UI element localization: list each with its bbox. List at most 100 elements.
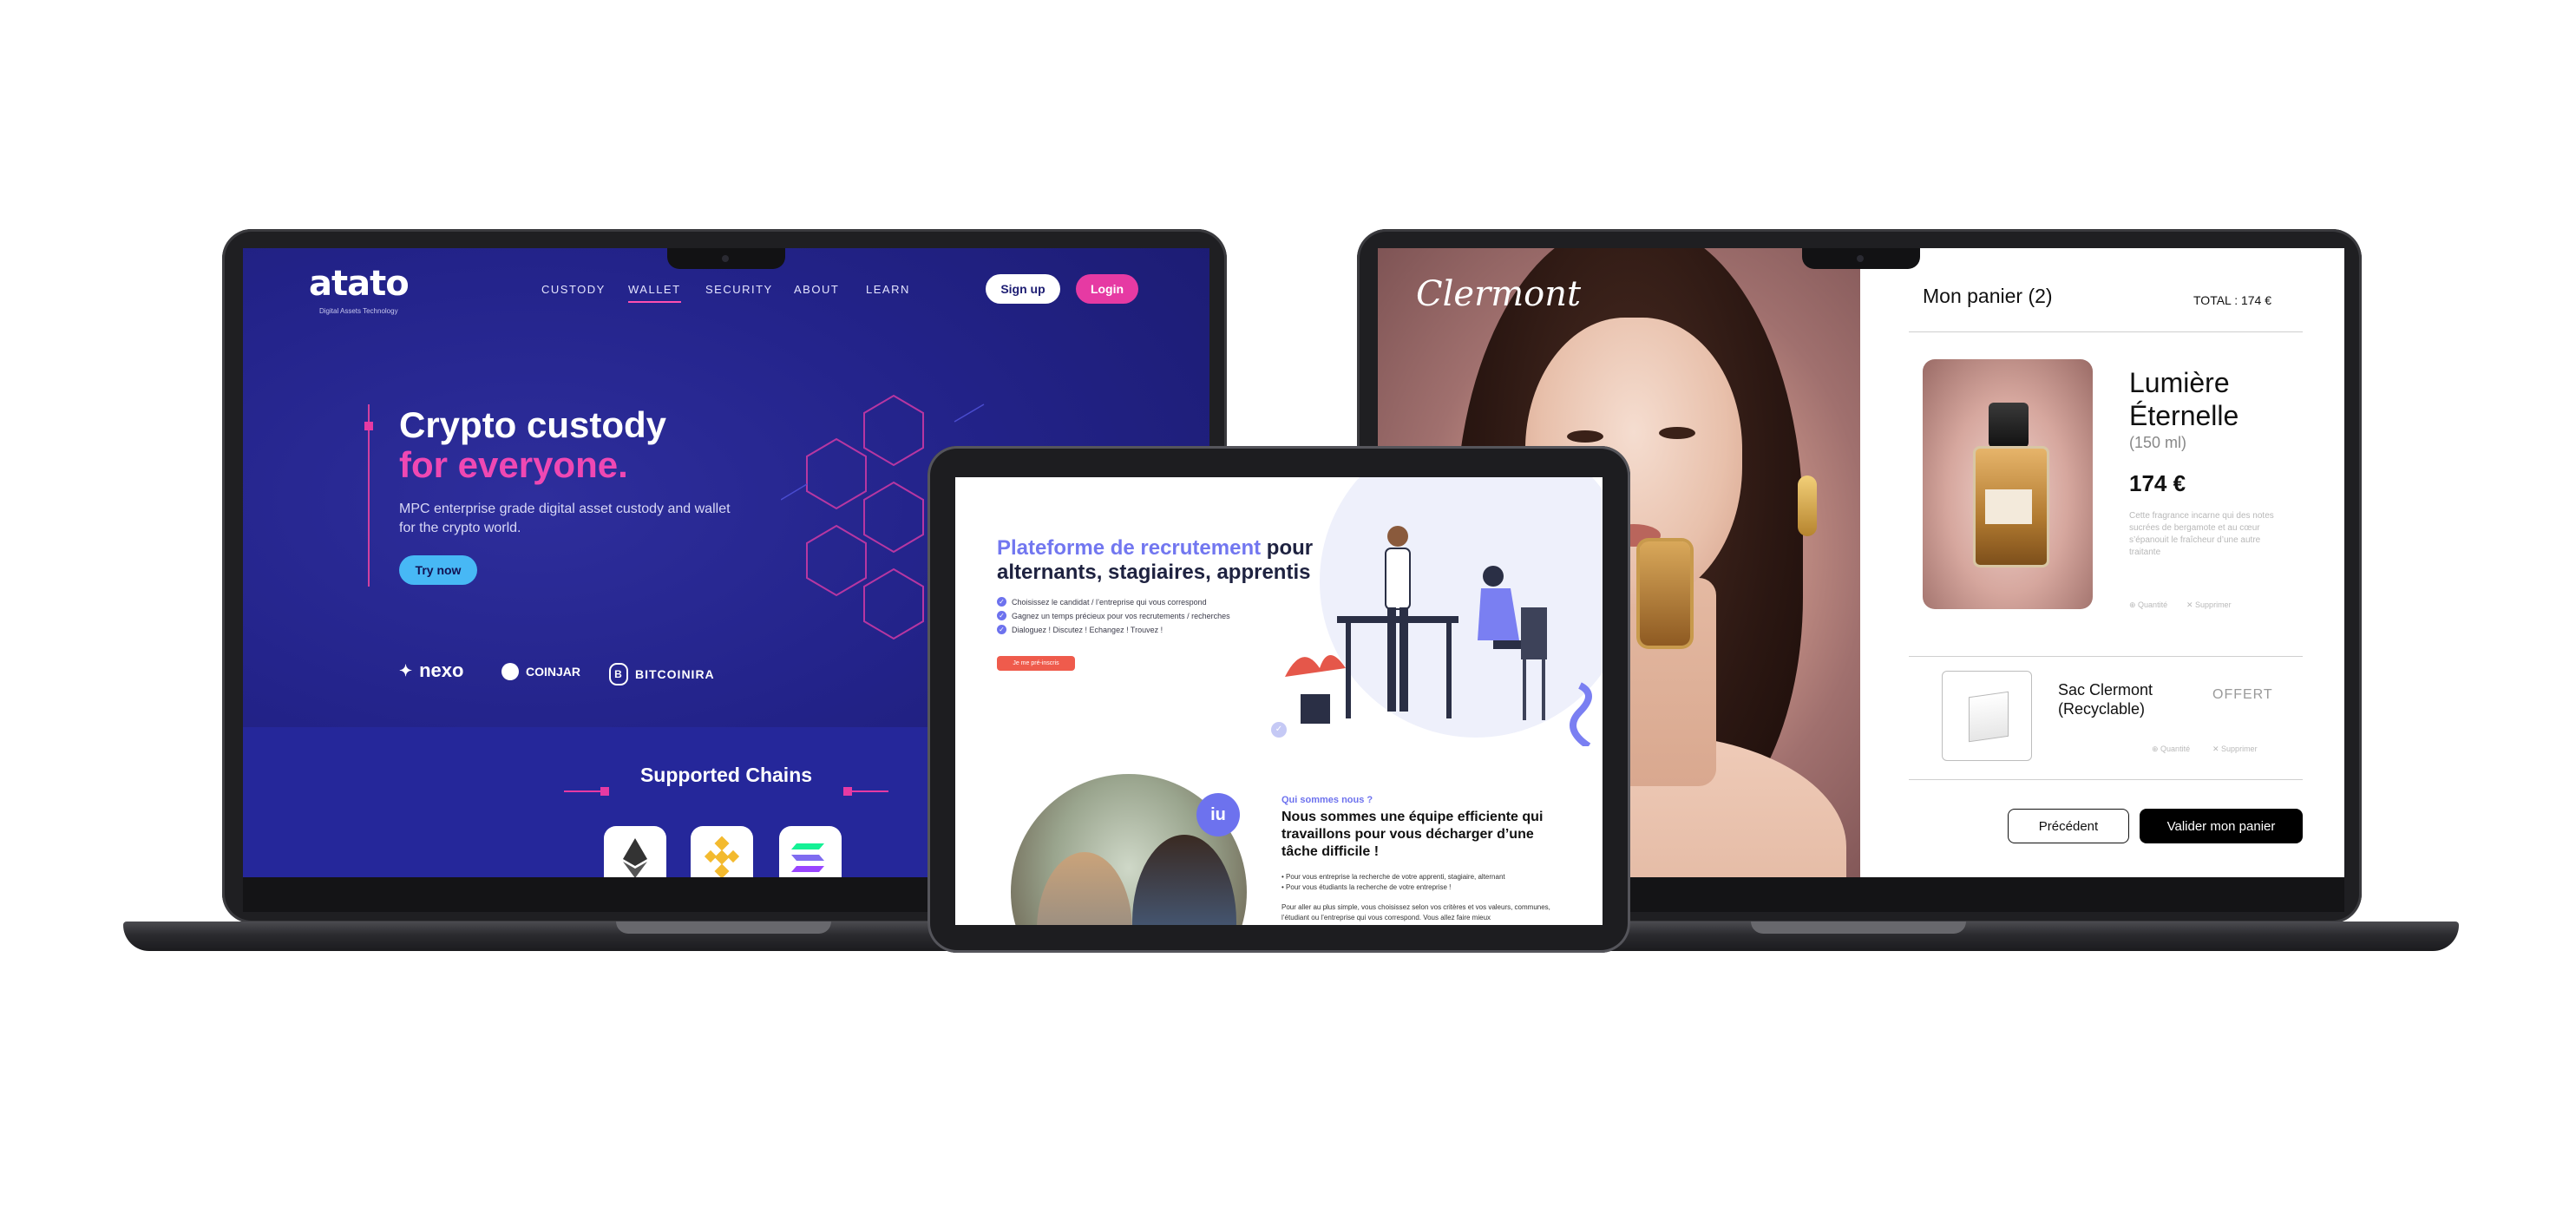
nexo-icon: ✦: [399, 661, 413, 679]
hero-description: MPC enterprise grade digital asset custo…: [399, 502, 731, 535]
solana-icon: [791, 843, 824, 872]
about-bullet: • Pour vous étudiants la recherche de vo…: [1281, 883, 1452, 891]
quantity-icon: ⊕: [2152, 744, 2161, 753]
model-eye-right: [1659, 427, 1695, 439]
product-remove-label: Supprimer: [2195, 600, 2232, 609]
product-remove-link[interactable]: ✕ Supprimer: [2186, 600, 2232, 610]
bag-offer-label: OFFERT: [2212, 687, 2273, 702]
product-description: Cette fragrance incarne qui des notes su…: [2129, 511, 2274, 557]
bottle-cap: [1989, 403, 2029, 448]
bag-remove-label: Supprimer: [2221, 744, 2258, 753]
divider-bottom: [1909, 779, 2303, 780]
chain-bnb[interactable]: [691, 826, 753, 877]
partner-nexo-label: nexo: [419, 659, 464, 681]
recruitment-title-accent: Plateforme de recrutement: [997, 536, 1262, 560]
bag-name-line1: Sac Clermont: [2058, 681, 2153, 699]
right-laptop-notch: [1802, 248, 1920, 269]
product-price: 174 €: [2129, 470, 2186, 496]
feature-item: ✓ Gagnez un temps précieux pour vos recru…: [997, 611, 1230, 620]
bag-name: Sac Clermont (Recyclable): [2058, 680, 2153, 718]
hand-perfume-bottle: [1640, 541, 1690, 646]
bottle-label: [1985, 489, 2032, 524]
quantity-icon: ⊕: [2129, 600, 2139, 609]
nav-security[interactable]: SECURITY: [705, 283, 773, 296]
previous-button[interactable]: Précédent: [2008, 809, 2129, 843]
chains-left-square: [600, 787, 609, 796]
preregister-button[interactable]: Je me pré-inscris: [997, 656, 1075, 671]
partner-coinjar-label: COINJAR: [526, 665, 581, 679]
partner-bitcoinira-label: BITCOINIRA: [635, 667, 715, 681]
hero-accent-square: [364, 422, 373, 430]
nav-custody[interactable]: CUSTODY: [541, 283, 606, 296]
model-earring: [1798, 476, 1817, 536]
bag-quantity-label: Quantité: [2160, 744, 2191, 753]
model-eye-left: [1567, 430, 1603, 443]
chain-ethereum[interactable]: [604, 826, 666, 877]
divider-middle: [1909, 656, 2303, 657]
bag-shape: [1969, 691, 2009, 743]
student-right: [1132, 835, 1236, 925]
iu-logo-badge: iu: [1196, 793, 1240, 836]
feature-item: ✓ Choisissez le candidat / l’entreprise q…: [997, 597, 1207, 607]
atato-logo[interactable]: atato: [309, 264, 410, 304]
bag-quantity-control[interactable]: ⊕ Quantité: [2152, 744, 2190, 754]
remove-icon: ✕: [2212, 744, 2222, 753]
remove-icon: ✕: [2186, 600, 2196, 609]
scroll-down-icon[interactable]: ✓: [1271, 722, 1287, 738]
nav-about[interactable]: ABOUT: [794, 283, 839, 296]
student-left: [1037, 852, 1132, 925]
about-label: Qui sommes nous ?: [1281, 795, 1373, 805]
about-bullet-label: Pour vous entreprise la recherche de vot…: [1286, 873, 1505, 881]
hero-title-line1: Crypto custody: [399, 404, 667, 445]
feature-label: Choisissez le candidat / l’entreprise qu…: [1012, 597, 1207, 607]
check-icon: ✓: [997, 597, 1006, 607]
bag-name-line2: (Recyclable): [2058, 700, 2146, 718]
nav-wallet[interactable]: WALLET: [628, 283, 681, 303]
nav-learn[interactable]: LEARN: [866, 283, 910, 296]
signup-button[interactable]: Sign up: [986, 274, 1060, 304]
cart-total: TOTAL : 174 €: [2193, 293, 2272, 307]
bag-image: [1942, 671, 2032, 761]
login-button[interactable]: Login: [1076, 274, 1138, 304]
partner-bitcoinira[interactable]: B BITCOINIRA: [609, 663, 715, 685]
chain-solana[interactable]: [779, 826, 842, 877]
product-image: [1923, 359, 2093, 609]
cart-title: Mon panier (2): [1923, 285, 2053, 307]
right-laptop-groove: [1751, 922, 1966, 934]
bag-remove-link[interactable]: ✕ Supprimer: [2212, 744, 2258, 754]
office-illustration: [1285, 526, 1592, 746]
bitcoinira-icon: B: [609, 663, 628, 685]
feature-label: Gagnez un temps précieux pour vos recrut…: [1012, 611, 1230, 620]
feature-item: ✓ Dialoguez ! Discutez ! Echangez ! Trouv…: [997, 625, 1163, 634]
coinjar-icon: [501, 663, 519, 680]
about-bullet: • Pour vous entreprise la recherche de v…: [1281, 873, 1505, 881]
recruitment-title: Plateforme de recrutement pour alternant…: [997, 536, 1361, 585]
product-volume: (150 ml): [2129, 434, 2187, 451]
tablet-screen: Plateforme de recrutement pour alternant…: [955, 477, 1603, 925]
product-name-line2: Éternelle: [2129, 400, 2239, 431]
feature-label: Dialoguez ! Discutez ! Echangez ! Trouve…: [1012, 625, 1163, 634]
hero-accent-line: [368, 404, 370, 587]
product-quantity-label: Quantité: [2138, 600, 2168, 609]
partner-coinjar[interactable]: COINJAR: [501, 663, 580, 680]
product-quantity-control[interactable]: ⊕ Quantité: [2129, 600, 2167, 610]
product-name: Lumière Éternelle: [2129, 366, 2238, 432]
validate-cart-button[interactable]: Valider mon panier: [2140, 809, 2303, 843]
try-now-button[interactable]: Try now: [399, 555, 477, 585]
clermont-logo[interactable]: Clermont: [1416, 274, 1581, 314]
about-title: Nous sommes une équipe efficiente qui tr…: [1281, 810, 1544, 859]
divider-top: [1909, 331, 2303, 332]
product-name-line1: Lumière: [2129, 367, 2230, 398]
hero-title-line2: for everyone.: [399, 444, 628, 485]
left-laptop-notch: [667, 248, 785, 269]
left-laptop-groove: [616, 922, 831, 934]
about-bullet-label: Pour vous étudiants la recherche de votr…: [1286, 883, 1452, 891]
tablet-frame: Plateforme de recrutement pour alternant…: [927, 446, 1630, 953]
logo-tagline: Digital Assets Technology: [319, 307, 398, 315]
ethereum-icon: [623, 838, 647, 877]
check-icon: ✓: [997, 625, 1006, 634]
about-paragraph: Pour aller au plus simple, vous choisiss…: [1281, 903, 1550, 922]
chains-right-line: [845, 790, 888, 792]
check-icon: ✓: [997, 611, 1006, 620]
partner-nexo[interactable]: ✦ nexo: [399, 659, 463, 682]
